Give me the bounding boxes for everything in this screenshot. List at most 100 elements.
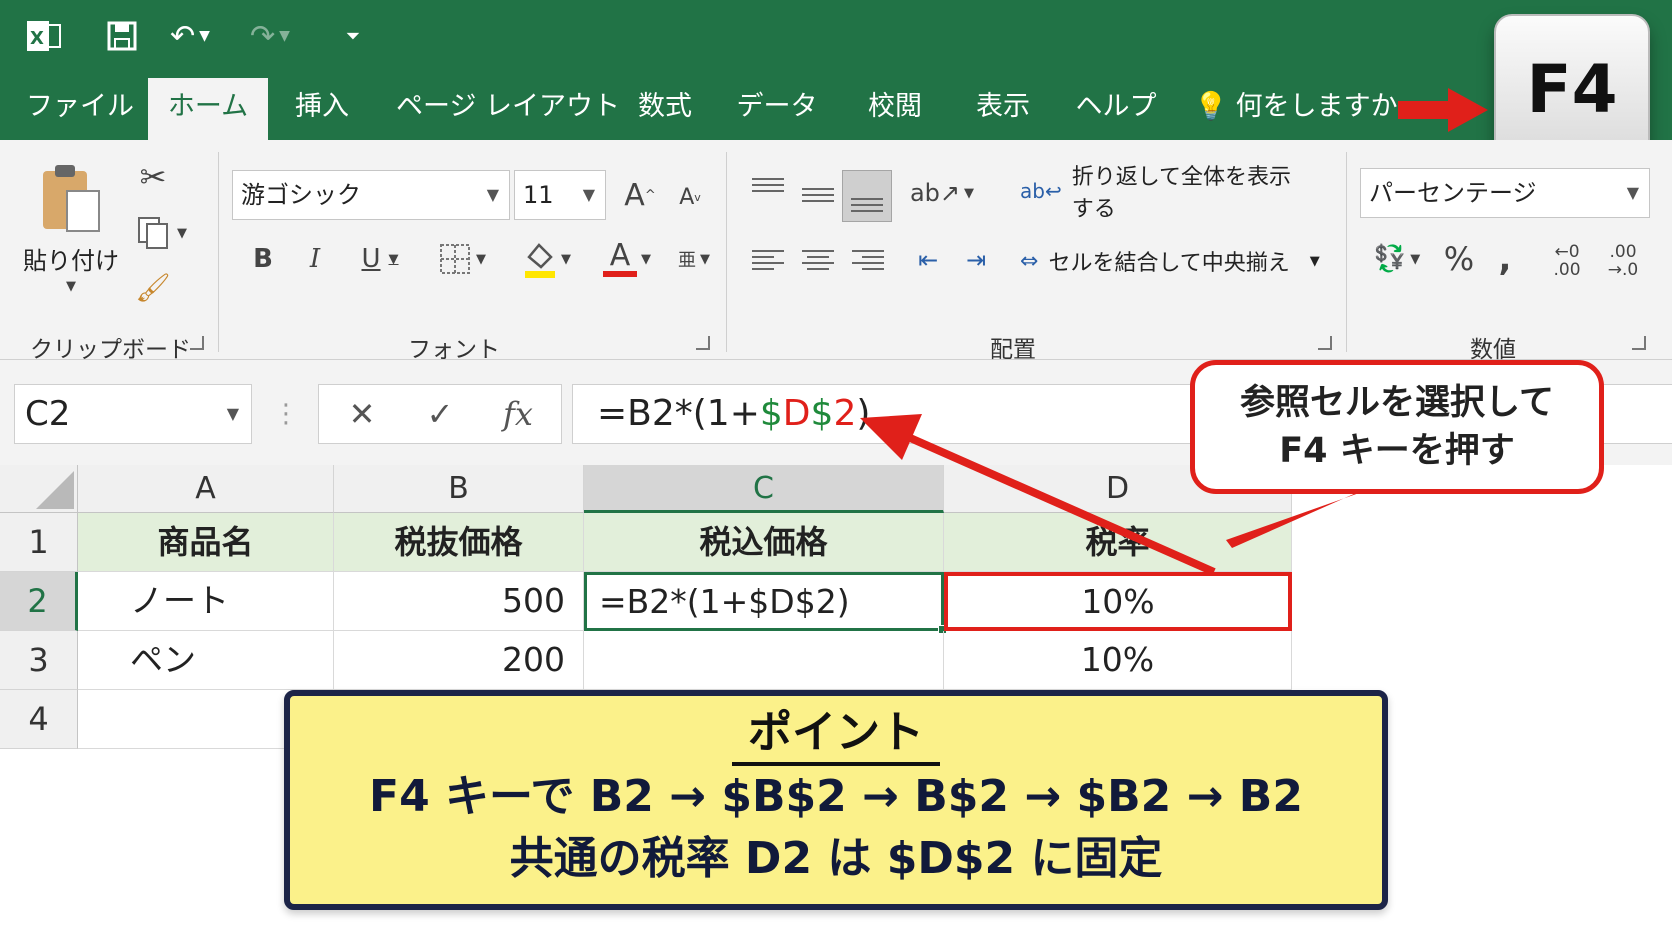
increase-indent-icon[interactable]: ⇥ xyxy=(956,238,996,282)
cancel-icon[interactable]: ✕ xyxy=(337,389,387,439)
underline-label: U xyxy=(361,244,381,274)
formula-bar-grip-icon[interactable]: ⋮ xyxy=(273,384,299,444)
point-box: ポイント F4 キーで B2 → $B$2 → B$2 → $B2 → B2 共… xyxy=(284,690,1388,910)
tab-view[interactable]: 表示 xyxy=(960,78,1046,140)
name-box-value: C2 xyxy=(25,394,71,434)
decrease-indent-icon[interactable]: ⇤ xyxy=(908,238,948,282)
column-header-b[interactable]: B xyxy=(334,465,584,513)
cell-d2-referenced[interactable]: 10% xyxy=(944,572,1292,631)
copy-icon[interactable]: ▼ xyxy=(130,210,194,256)
align-bottom-icon xyxy=(851,194,883,216)
row-header-1[interactable]: 1 xyxy=(0,513,78,572)
tab-home[interactable]: ホーム xyxy=(148,78,268,140)
grow-font-label: A xyxy=(624,177,645,213)
cell-d1[interactable]: 税率 xyxy=(944,513,1292,572)
insert-function-button[interactable]: fx xyxy=(493,389,543,439)
column-header-c[interactable]: C xyxy=(584,465,944,513)
point-title: ポイント xyxy=(732,706,940,766)
cell-c2-active[interactable]: =B2*(1+$D$2) xyxy=(584,572,944,631)
italic-button[interactable]: I xyxy=(298,234,332,284)
font-launcher-icon[interactable] xyxy=(696,336,710,350)
arrow-right-icon xyxy=(1398,88,1488,132)
formula-part-3: $ xyxy=(810,393,834,434)
wrap-text-icon: ab↩ xyxy=(1020,179,1062,203)
font-size-value: 11 xyxy=(523,181,554,209)
shrink-font-button[interactable]: Av xyxy=(672,174,708,220)
number-launcher-icon[interactable] xyxy=(1632,336,1646,350)
undo-icon[interactable]: ↶ ▼ xyxy=(160,14,220,58)
borders-button[interactable]: ▼ xyxy=(430,234,496,284)
cell-c3[interactable] xyxy=(584,631,944,690)
select-all-button[interactable] xyxy=(0,465,78,513)
lightbulb-icon: 💡 xyxy=(1194,91,1228,122)
point-line-1: F4 キーで B2 → $B$2 → B$2 → $B2 → B2 xyxy=(369,771,1303,822)
clipboard-launcher-icon[interactable] xyxy=(190,336,204,350)
paste-icon[interactable] xyxy=(36,158,106,238)
enter-icon[interactable]: ✓ xyxy=(415,389,465,439)
increase-decimal-button[interactable]: ←0 .00 xyxy=(1542,236,1592,286)
tab-formulas[interactable]: 数式 xyxy=(620,78,710,140)
clipboard-group-label: クリップボード xyxy=(30,337,191,363)
font-color-label: A xyxy=(609,238,631,273)
underline-button[interactable]: U ▼ xyxy=(350,234,410,284)
accounting-format-icon[interactable]: 💱 ▼ xyxy=(1366,234,1428,284)
row-header-3[interactable]: 3 xyxy=(0,631,78,690)
tab-help[interactable]: ヘルプ xyxy=(1068,78,1164,140)
grow-font-button[interactable]: A ^ xyxy=(622,170,658,220)
fill-color-button[interactable]: ▼ xyxy=(514,234,580,284)
cut-icon[interactable]: ✂ xyxy=(130,154,176,200)
title-bar: X ↶ ▼ ↷ ▼ ⏷ ファイル ホーム 挿入 ページ レイアウト 数式 データ 校… xyxy=(0,0,1672,140)
tab-review[interactable]: 校閲 xyxy=(852,78,938,140)
alignment-launcher-icon[interactable] xyxy=(1318,336,1332,350)
paste-dropdown-icon[interactable]: ▼ xyxy=(56,276,86,296)
tab-data[interactable]: データ xyxy=(732,78,822,140)
bold-button[interactable]: B xyxy=(246,234,280,284)
paste-button[interactable]: 貼り付け xyxy=(16,238,126,278)
percent-style-button[interactable]: % xyxy=(1438,234,1480,284)
cell-a2[interactable]: ノート xyxy=(78,572,334,631)
save-icon[interactable] xyxy=(100,14,144,58)
align-center-icon[interactable] xyxy=(802,246,834,274)
formula-part-5: ) xyxy=(856,393,871,434)
formula-part-0: =B2*(1+ xyxy=(597,393,760,434)
font-size-select[interactable]: 11 ▼ xyxy=(514,170,606,220)
font-name-select[interactable]: 游ゴシック ▼ xyxy=(232,170,510,220)
merge-center-button[interactable]: ⇔ セルを結合して中央揃え ▼ xyxy=(1020,236,1320,286)
row-header-2[interactable]: 2 xyxy=(0,572,78,631)
number-format-select[interactable]: パーセンテージ ▼ xyxy=(1360,168,1650,218)
cell-a1[interactable]: 商品名 xyxy=(78,513,334,572)
formula-buttons: ✕ ✓ fx xyxy=(318,384,562,444)
customize-qat-icon[interactable]: ⏷ xyxy=(338,14,368,58)
cell-b1[interactable]: 税抜価格 xyxy=(334,513,584,572)
tab-page-layout[interactable]: ページ レイアウト xyxy=(396,78,620,140)
shrink-font-label: A xyxy=(679,184,695,210)
callout-line-1: 参照セルを選択して xyxy=(1240,383,1554,423)
align-middle-icon[interactable] xyxy=(802,184,834,206)
decrease-decimal-button[interactable]: .00 →.0 xyxy=(1598,236,1648,286)
tab-insert[interactable]: 挿入 xyxy=(282,78,362,140)
orientation-icon[interactable]: ab↗ ▼ xyxy=(910,170,974,216)
format-painter-icon[interactable]: 🖌 xyxy=(130,264,176,310)
ribbon-home: 貼り付け ▼ ✂ ▼ 🖌 クリップボード 游ゴシック ▼ 11 ▼ A ^ Av B … xyxy=(0,140,1672,363)
row-header-4[interactable]: 4 xyxy=(0,690,78,749)
align-top-icon[interactable] xyxy=(752,174,784,196)
align-bottom-button[interactable] xyxy=(842,170,892,222)
align-right-icon[interactable] xyxy=(852,246,884,274)
phonetic-guide-icon[interactable]: 亜 ▼ xyxy=(670,234,718,284)
cell-a3[interactable]: ペン xyxy=(78,631,334,690)
tell-me-search[interactable]: 💡 何をしますか xyxy=(1194,78,1398,140)
merge-center-icon: ⇔ xyxy=(1020,248,1039,274)
cell-d3[interactable]: 10% xyxy=(944,631,1292,690)
cell-b2[interactable]: 500 xyxy=(334,572,584,631)
font-color-button[interactable]: A ▼ xyxy=(594,234,660,284)
wrap-text-button[interactable]: ab↩ 折り返して全体を表示する xyxy=(1020,165,1300,222)
redo-icon[interactable]: ↷ ▼ xyxy=(240,14,300,58)
comma-style-button[interactable]: , xyxy=(1490,234,1520,284)
tab-file[interactable]: ファイル xyxy=(20,78,140,140)
cell-b3[interactable]: 200 xyxy=(334,631,584,690)
align-left-icon[interactable] xyxy=(752,246,784,274)
name-box[interactable]: C2 ▼ xyxy=(14,384,252,444)
cell-c1[interactable]: 税込価格 xyxy=(584,513,944,572)
column-header-a[interactable]: A xyxy=(78,465,334,513)
tell-me-label: 何をしますか xyxy=(1235,91,1398,122)
